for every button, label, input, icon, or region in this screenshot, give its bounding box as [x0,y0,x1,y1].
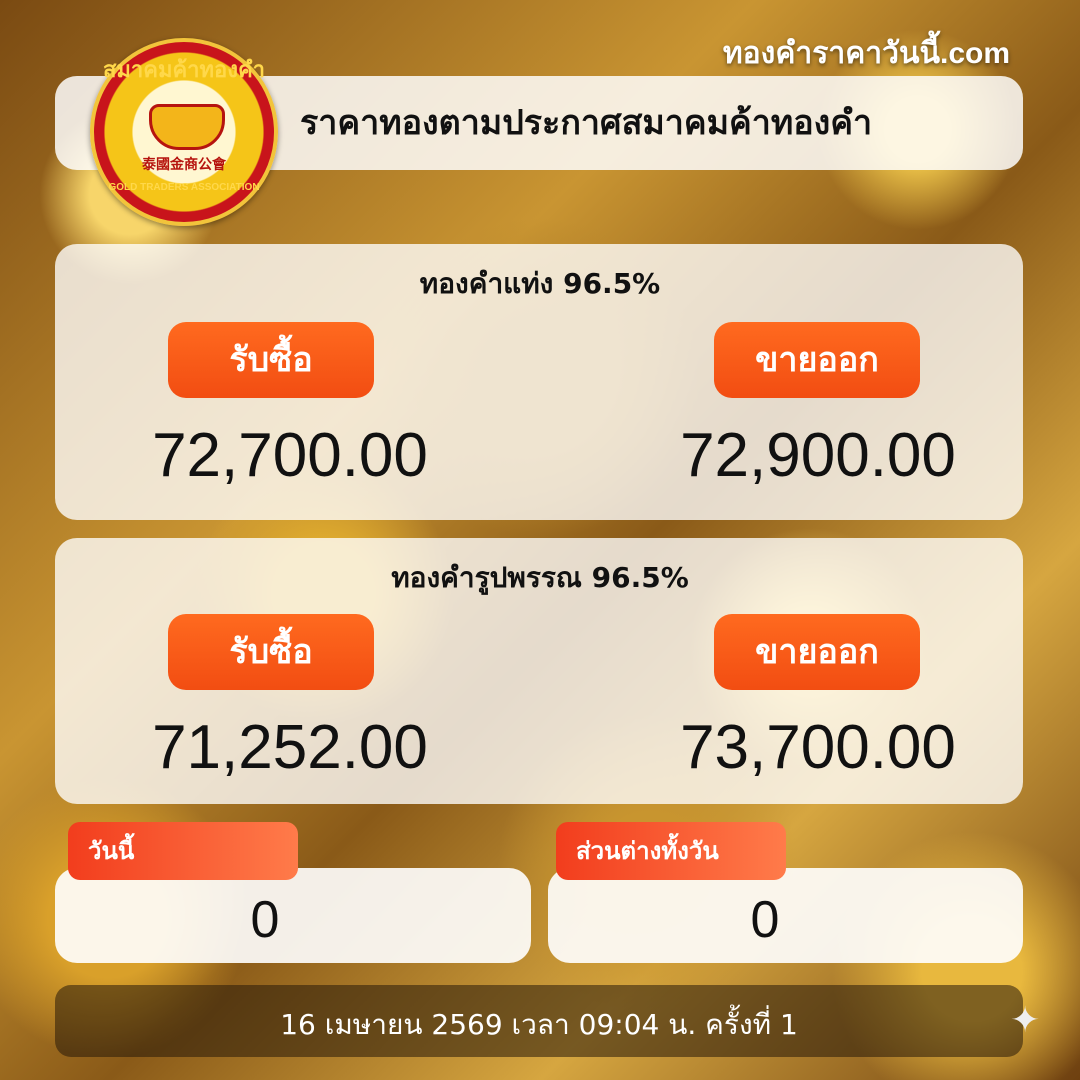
gold-bar-sell-label: ขายออก [714,322,920,398]
gold-bar-title: ทองคำแท่ง 96.5% [419,267,661,300]
site-name: ทองคำราคาวันนี้.com [722,37,1010,70]
gold-price-card: ทองคำราคาวันนี้.com ราคาทองตามประกาศสมาค… [0,0,1080,1080]
gold-ornament-buy-price: 71,252.00 [152,713,428,782]
timestamp: 16 เมษายน 2569 เวลา 09:04 น. ครั้งที่ 1 [280,1008,798,1041]
today-value: 0 [250,891,280,949]
gold-traders-association-logo: สมาคมค้าทองคำ 泰國金商公會 GOLD TRADERS ASSOCI… [90,38,278,226]
logo-text-bottom: GOLD TRADERS ASSOCIATION [108,182,260,193]
gold-ornament-buy-label: รับซื้อ [168,614,374,690]
logo-text-top: สมาคมค้าทองคำ [102,58,266,83]
sparkle-icon: ✦ [1010,1000,1041,1041]
gold-bar-sell-price: 72,900.00 [680,421,956,490]
gold-bar-buy-price: 72,700.00 [152,421,428,490]
gold-bar-buy-label: รับซื้อ [168,322,374,398]
page-title: ราคาทองตามประกาศสมาคมค้าทองคำ [300,103,873,143]
day-difference-value: 0 [750,891,780,949]
logo-text-chinese: 泰國金商公會 [142,157,226,173]
gold-ornament-sell-label: ขายออก [714,614,920,690]
gold-ornament-title: ทองคำรูปพรรณ 96.5% [391,561,689,594]
gold-ingot-icon [149,104,225,150]
gold-ornament-sell-price: 73,700.00 [680,713,956,782]
